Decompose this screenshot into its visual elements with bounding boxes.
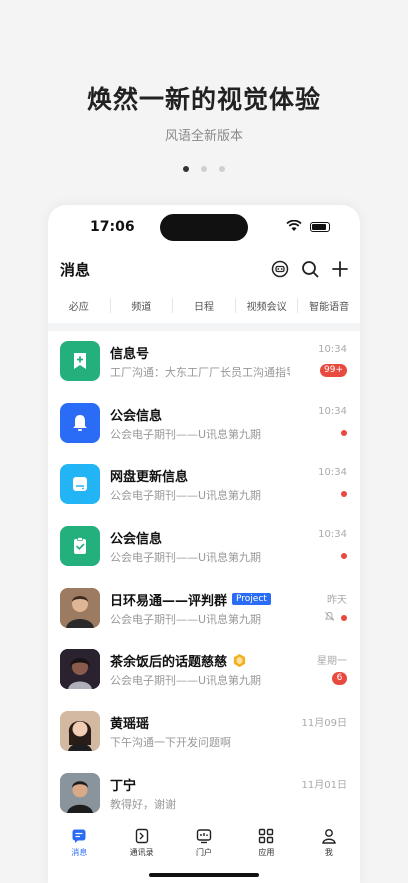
- avatar: [60, 649, 100, 690]
- promo-title: 焕然一新的视觉体验: [86, 85, 321, 114]
- header: 消息: [48, 253, 360, 287]
- item-subtitle: 教得好，谢谢: [110, 797, 176, 811]
- unread-dot: [341, 429, 347, 436]
- item-title: 网盘更新信息: [110, 470, 189, 486]
- status-time: 17:06: [90, 219, 135, 235]
- list-item[interactable]: 公会信息 公会电子期刊——U讯息第九期 10:34: [48, 393, 360, 455]
- item-title: 黄瑶瑶: [110, 717, 150, 733]
- item-title: 信息号: [110, 347, 150, 362]
- home-indicator[interactable]: [149, 873, 259, 877]
- list-item[interactable]: 黄瑶瑶 下午沟通一下开发问题啊 11月09日: [48, 701, 360, 763]
- portal-icon: [196, 829, 212, 844]
- avatar: [60, 402, 100, 443]
- nav-me[interactable]: 我: [298, 820, 360, 870]
- item-subtitle: 公会电子期刊——U讯息第九期: [110, 674, 262, 688]
- project-tag: Project: [232, 593, 271, 606]
- drive-icon: [73, 477, 87, 492]
- tab-schedule[interactable]: 日程: [173, 297, 236, 313]
- avatar: [60, 526, 100, 567]
- apps-icon: [259, 828, 274, 844]
- list-item[interactable]: 网盘更新信息 公会电子期刊——U讯息第九期 10:34: [48, 454, 360, 516]
- item-time: 昨天: [327, 594, 347, 606]
- item-subtitle: 公会电子期刊——U讯息第九期: [110, 427, 262, 441]
- avatar: [60, 464, 100, 505]
- pager-dot[interactable]: [201, 166, 207, 172]
- plus-icon[interactable]: [330, 259, 350, 279]
- unread-badge: 99+: [320, 364, 347, 377]
- bot-icon[interactable]: [270, 259, 290, 279]
- bookmark-plus-icon: [74, 353, 86, 369]
- nav-label: 应用: [258, 848, 275, 857]
- avatar: [60, 587, 100, 628]
- list-item[interactable]: 公会信息 公会电子期刊——U讯息第九期 10:34: [48, 516, 360, 578]
- item-time: 10:34: [318, 344, 347, 355]
- unread-dot: [341, 553, 347, 560]
- list-item[interactable]: 丁宁 教得好，谢谢 11月01日: [48, 763, 360, 825]
- nav-messages[interactable]: 消息: [48, 820, 110, 870]
- quick-tabs: 必应 频道 日程 视频会议 智能语音: [48, 293, 360, 317]
- item-time: 10:34: [318, 405, 347, 417]
- person-photo: [60, 587, 100, 628]
- nav-apps[interactable]: 应用: [235, 820, 297, 870]
- pager-dot[interactable]: [183, 166, 189, 172]
- tab-channel[interactable]: 频道: [111, 297, 174, 313]
- dynamic-island: [160, 214, 248, 241]
- message-list: 信息号 工厂沟通：大东工厂厂长员工沟通指导工... 10:34 99+ 公会信息…: [48, 331, 360, 825]
- bottom-nav: 消息 通讯录 门户 应用 我: [48, 820, 360, 870]
- item-time: 11月09日: [301, 718, 347, 730]
- nav-portal[interactable]: 门户: [173, 820, 235, 870]
- status-bar: 17:06: [48, 205, 360, 253]
- nav-label: 消息: [71, 848, 88, 857]
- bell-icon: [73, 414, 87, 431]
- list-item[interactable]: 茶余饭后的话题慈慈 公会电子期刊——U讯息第九期 星期一 6: [48, 639, 360, 701]
- item-title: 公会信息: [110, 532, 163, 548]
- message-icon: [72, 829, 86, 843]
- item-subtitle: 下午沟通一下开发问题啊: [110, 736, 231, 750]
- item-time: 10:34: [318, 529, 347, 541]
- item-subtitle: 工厂沟通：大东工厂厂长员工沟通指导工...: [110, 366, 290, 379]
- nav-label: 门户: [196, 848, 213, 857]
- person-photo: [60, 711, 100, 752]
- item-title: 茶余饭后的话题慈慈: [110, 655, 228, 671]
- promo-subtitle: 风语全新版本: [164, 129, 243, 144]
- unread-badge: 6: [332, 672, 347, 686]
- pager-dot[interactable]: [219, 166, 225, 172]
- unread-dot: [341, 614, 347, 621]
- pager-dots: [0, 166, 408, 172]
- item-subtitle: 公会电子期刊——U讯息第九期: [110, 551, 262, 565]
- divider: [48, 323, 360, 331]
- tab-smart-voice[interactable]: 智能语音: [298, 298, 360, 313]
- unread-dot: [341, 491, 347, 498]
- item-time: 10:34: [318, 467, 347, 479]
- mute-bell-icon: [324, 611, 335, 621]
- wifi-icon: [286, 220, 302, 231]
- avatar: [60, 341, 100, 381]
- item-time: 11月01日: [301, 779, 347, 791]
- item-title: 丁宁: [110, 778, 137, 794]
- list-item[interactable]: 信息号 工厂沟通：大东工厂厂长员工沟通指导工... 10:34 99+: [48, 331, 360, 393]
- person-photo: [60, 772, 100, 813]
- search-icon[interactable]: [300, 259, 320, 279]
- phone-frame: 17:06 消息 必应 频道 日程 视频会议 智能语音 信息号 工厂沟通：大东工…: [48, 205, 360, 883]
- nav-contacts[interactable]: 通讯录: [110, 820, 172, 870]
- clipboard-check-icon: [74, 537, 86, 555]
- person-icon: [322, 829, 336, 844]
- item-time: 星期一: [317, 656, 347, 668]
- list-item[interactable]: 日环易通——评判群 Project 公会电子期刊——U讯息第九期 昨天: [48, 578, 360, 640]
- tab-biying[interactable]: 必应: [48, 297, 111, 313]
- hexagon-badge-icon: [233, 654, 246, 668]
- item-title: 日环易通——评判群: [110, 593, 228, 609]
- avatar: [60, 711, 100, 752]
- person-photo: [60, 649, 100, 690]
- nav-label: 我: [324, 848, 333, 857]
- nav-label: 通讯录: [129, 848, 154, 857]
- tab-video-meeting[interactable]: 视频会议: [236, 297, 299, 313]
- battery-icon: [310, 222, 330, 232]
- item-title: 公会信息: [110, 408, 163, 424]
- contacts-icon: [135, 828, 148, 844]
- item-subtitle: 公会电子期刊——U讯息第九期: [110, 489, 262, 503]
- page-title: 消息: [60, 261, 91, 279]
- avatar: [60, 772, 100, 813]
- item-subtitle: 公会电子期刊——U讯息第九期: [110, 612, 262, 626]
